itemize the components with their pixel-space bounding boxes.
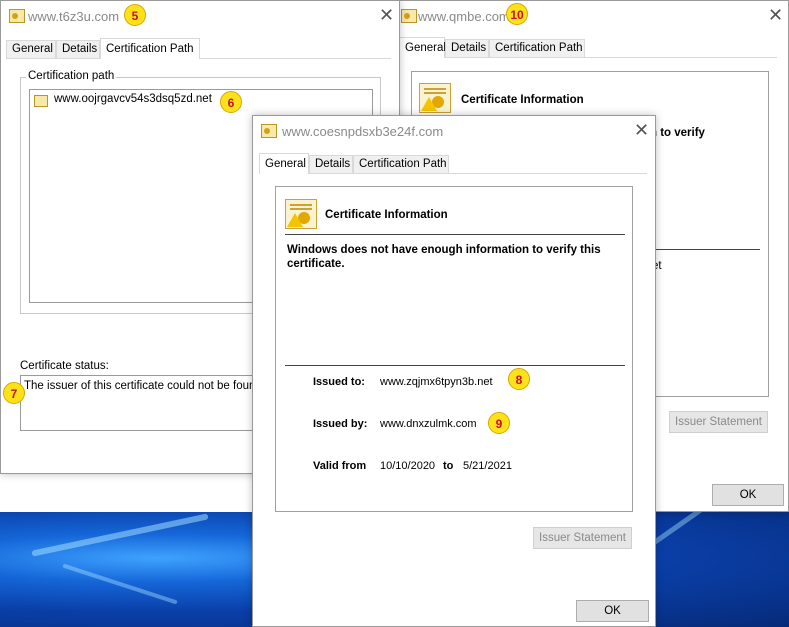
tab-strip: General Details Certification Path	[399, 37, 777, 58]
issuer-statement-button[interactable]: Issuer Statement	[669, 411, 768, 433]
tab-general[interactable]: General	[259, 153, 309, 174]
certificate-warning-icon	[285, 199, 317, 229]
title-bar[interactable]: www.coesnpdsxb3e24f.com ✕	[253, 116, 655, 146]
issued-to-label: Issued to:	[313, 376, 365, 388]
divider	[285, 234, 625, 235]
warning-text: Windows does not have enough information…	[287, 244, 601, 270]
annotation-badge: 7	[3, 382, 25, 404]
tab-strip: General Details Certification Path	[6, 38, 391, 59]
annotation-badge: 6	[220, 91, 242, 113]
certificate-status-label: Certificate status:	[20, 360, 109, 372]
light-streak	[62, 563, 178, 605]
issued-by-value: www.dnxzulmk.com	[380, 418, 477, 430]
light-streak	[31, 513, 209, 557]
annotation-badge: 9	[488, 412, 510, 434]
certificate-status-text: The issuer of this certificate could not…	[24, 380, 265, 392]
warning-text-partial: n to verify	[650, 127, 705, 139]
tab-general[interactable]: General	[399, 37, 446, 58]
annotation-badge: 8	[508, 368, 530, 390]
tab-details[interactable]: Details	[56, 40, 100, 58]
valid-to-value: 5/21/2021	[463, 460, 512, 472]
issued-to-value: www.zqjmx6tpyn3b.net	[380, 376, 493, 388]
certificate-icon	[401, 9, 417, 23]
valid-from-value: 10/10/2020	[380, 460, 436, 472]
ok-button[interactable]: OK	[712, 484, 784, 506]
window-title: www.qmbe.com	[418, 9, 510, 24]
path-item[interactable]: www.oojrgavcv54s3dsq5zd.net	[54, 93, 212, 105]
certificate-icon	[9, 9, 25, 23]
tab-certification-path[interactable]: Certification Path	[353, 155, 449, 173]
title-bar[interactable]: www.t6z3u.com 5 ✕	[1, 1, 399, 31]
cert-info-heading: Certificate Information	[461, 94, 584, 106]
close-button[interactable]: ✕	[634, 120, 649, 140]
issued-by-label: Issued by:	[313, 418, 368, 430]
window-title: www.t6z3u.com	[28, 9, 120, 24]
annotation-badge: 10	[506, 3, 528, 25]
tab-details[interactable]: Details	[445, 39, 489, 57]
annotation-badge: 5	[124, 4, 146, 26]
issuer-statement-button[interactable]: Issuer Statement	[533, 527, 632, 549]
tab-details[interactable]: Details	[309, 155, 353, 173]
tab-certification-path[interactable]: Certification Path	[489, 39, 585, 57]
certification-path-label: Certification path	[26, 70, 117, 82]
title-bar[interactable]: www.qmbe.com 10 ✕	[396, 1, 788, 31]
ok-button[interactable]: OK	[576, 600, 649, 622]
general-panel: Certificate Information Windows does not…	[275, 186, 633, 512]
close-button[interactable]: ✕	[768, 5, 783, 25]
valid-to-label: to	[443, 460, 454, 472]
close-button[interactable]: ✕	[379, 5, 394, 25]
window-title: www.coesnpdsxb3e24f.com	[282, 124, 444, 139]
divider	[285, 365, 625, 366]
tab-strip: General Details Certification Path	[259, 153, 647, 174]
tab-certification-path[interactable]: Certification Path	[100, 38, 200, 59]
divider	[652, 249, 760, 250]
certificate-icon	[261, 124, 277, 138]
certificate-warning-icon	[419, 83, 451, 113]
certificate-warning-icon	[34, 95, 48, 107]
valid-from-label: Valid from	[313, 460, 367, 472]
certificate-dialog-coesnpdsxb3e24f[interactable]: www.coesnpdsxb3e24f.com ✕ General Detail…	[252, 115, 656, 627]
cert-info-heading: Certificate Information	[325, 209, 448, 221]
tab-general[interactable]: General	[6, 40, 56, 58]
